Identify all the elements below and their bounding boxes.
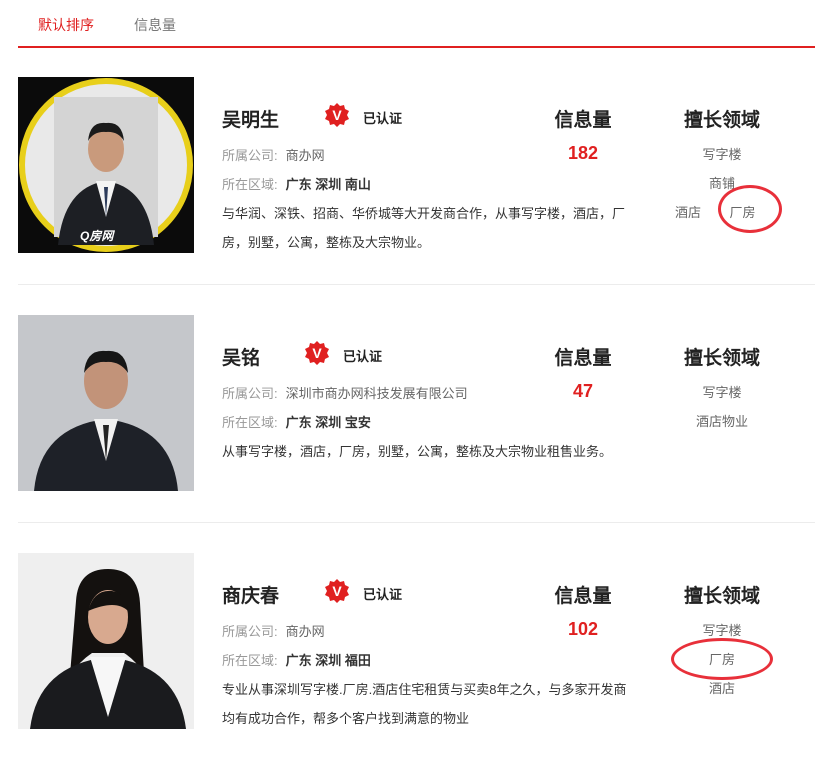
region-row: 所在区域: 广东 深圳 宝安 bbox=[222, 415, 371, 430]
verified-badge-icon: V bbox=[305, 341, 329, 365]
tab-default-sort[interactable]: 默认排序 bbox=[38, 15, 94, 35]
company-row: 所属公司: 深圳市商办网科技发展有限公司 bbox=[222, 386, 468, 401]
tab-info-count[interactable]: 信息量 bbox=[134, 15, 176, 35]
agent-avatar[interactable] bbox=[18, 315, 194, 491]
agent-name[interactable]: 吴明生 bbox=[222, 105, 279, 132]
info-count-value[interactable]: 47 bbox=[523, 381, 643, 402]
agent-name[interactable]: 吴铭 bbox=[222, 343, 260, 370]
info-count-header: 信息量 bbox=[554, 348, 612, 369]
info-count-value[interactable]: 182 bbox=[523, 143, 643, 164]
company-value: 商办网 bbox=[285, 148, 325, 163]
verified-badge-icon: V bbox=[325, 103, 349, 127]
agent-card[interactable]: 吴铭 V 已认证 所属公司: 深圳市商办网科技发展有限公司 所在区域: 广东 深圳 … bbox=[18, 285, 815, 523]
watermark-label: Q房网 bbox=[80, 229, 114, 243]
verified-label: 已认证 bbox=[343, 349, 383, 364]
expertise-item: 酒店 bbox=[708, 681, 735, 696]
agent-description: 从事写字楼，酒店，厂房，别墅，公寓，整栋及大宗物业租售业务。 bbox=[222, 444, 613, 459]
agent-avatar[interactable]: Q房网 bbox=[18, 77, 194, 253]
verified-badge-icon: V bbox=[325, 579, 349, 603]
expertise-item: 写字楼 bbox=[702, 147, 742, 162]
agent-description: 与华润、深铁、招商、华侨城等大开发商合作，从事写字楼，酒店，厂房，别墅，公寓，整… bbox=[222, 206, 626, 250]
expertise-item: 写字楼 bbox=[702, 385, 742, 400]
agent-avatar[interactable] bbox=[18, 553, 194, 729]
expertise-header: 擅长领域 bbox=[683, 110, 760, 131]
highlight-ring bbox=[718, 185, 782, 233]
company-row: 所属公司: 商办网 bbox=[222, 148, 325, 163]
svg-text:V: V bbox=[312, 345, 322, 361]
info-count-header: 信息量 bbox=[554, 110, 612, 131]
expertise-header: 擅长领域 bbox=[683, 348, 760, 369]
expertise-item: 写字楼 bbox=[702, 623, 742, 638]
expertise-header: 擅长领域 bbox=[683, 586, 760, 607]
agent-name[interactable]: 商庆春 bbox=[222, 581, 279, 608]
region-value: 广东 深圳 宝安 bbox=[285, 415, 371, 430]
verified-label: 已认证 bbox=[363, 587, 403, 602]
region-value: 广东 深圳 福田 bbox=[285, 653, 371, 668]
company-value: 商办网 bbox=[285, 624, 325, 639]
region-row: 所在区域: 广东 深圳 福田 bbox=[222, 653, 371, 668]
svg-text:V: V bbox=[332, 107, 342, 123]
company-row: 所属公司: 商办网 bbox=[222, 624, 325, 639]
sort-tabs: 默认排序 信息量 bbox=[18, 0, 815, 48]
verified-label: 已认证 bbox=[363, 111, 403, 126]
svg-text:V: V bbox=[332, 583, 342, 599]
highlight-ring bbox=[671, 638, 773, 680]
region-value: 广东 深圳 南山 bbox=[285, 177, 371, 192]
agent-card[interactable]: Q房网 吴明生 V 已认证 所属公司: 商办网 所在区域: 广东 深圳 南山 与华润… bbox=[18, 47, 815, 285]
company-value: 深圳市商办网科技发展有限公司 bbox=[285, 386, 468, 401]
agent-description: 专业从事深圳写字楼.厂房.酒店住宅租赁与买卖8年之久，与多家开发商均有成功合作，… bbox=[222, 682, 627, 726]
agent-card[interactable]: 商庆春 V 已认证 所属公司: 商办网 所在区域: 广东 深圳 福田 专业从事深圳写… bbox=[18, 523, 815, 760]
expertise-item: 酒店物业 bbox=[695, 414, 748, 429]
region-row: 所在区域: 广东 深圳 南山 bbox=[222, 177, 371, 192]
info-count-value[interactable]: 102 bbox=[523, 619, 643, 640]
info-count-header: 信息量 bbox=[554, 586, 612, 607]
expertise-item: 酒店 bbox=[674, 205, 701, 220]
